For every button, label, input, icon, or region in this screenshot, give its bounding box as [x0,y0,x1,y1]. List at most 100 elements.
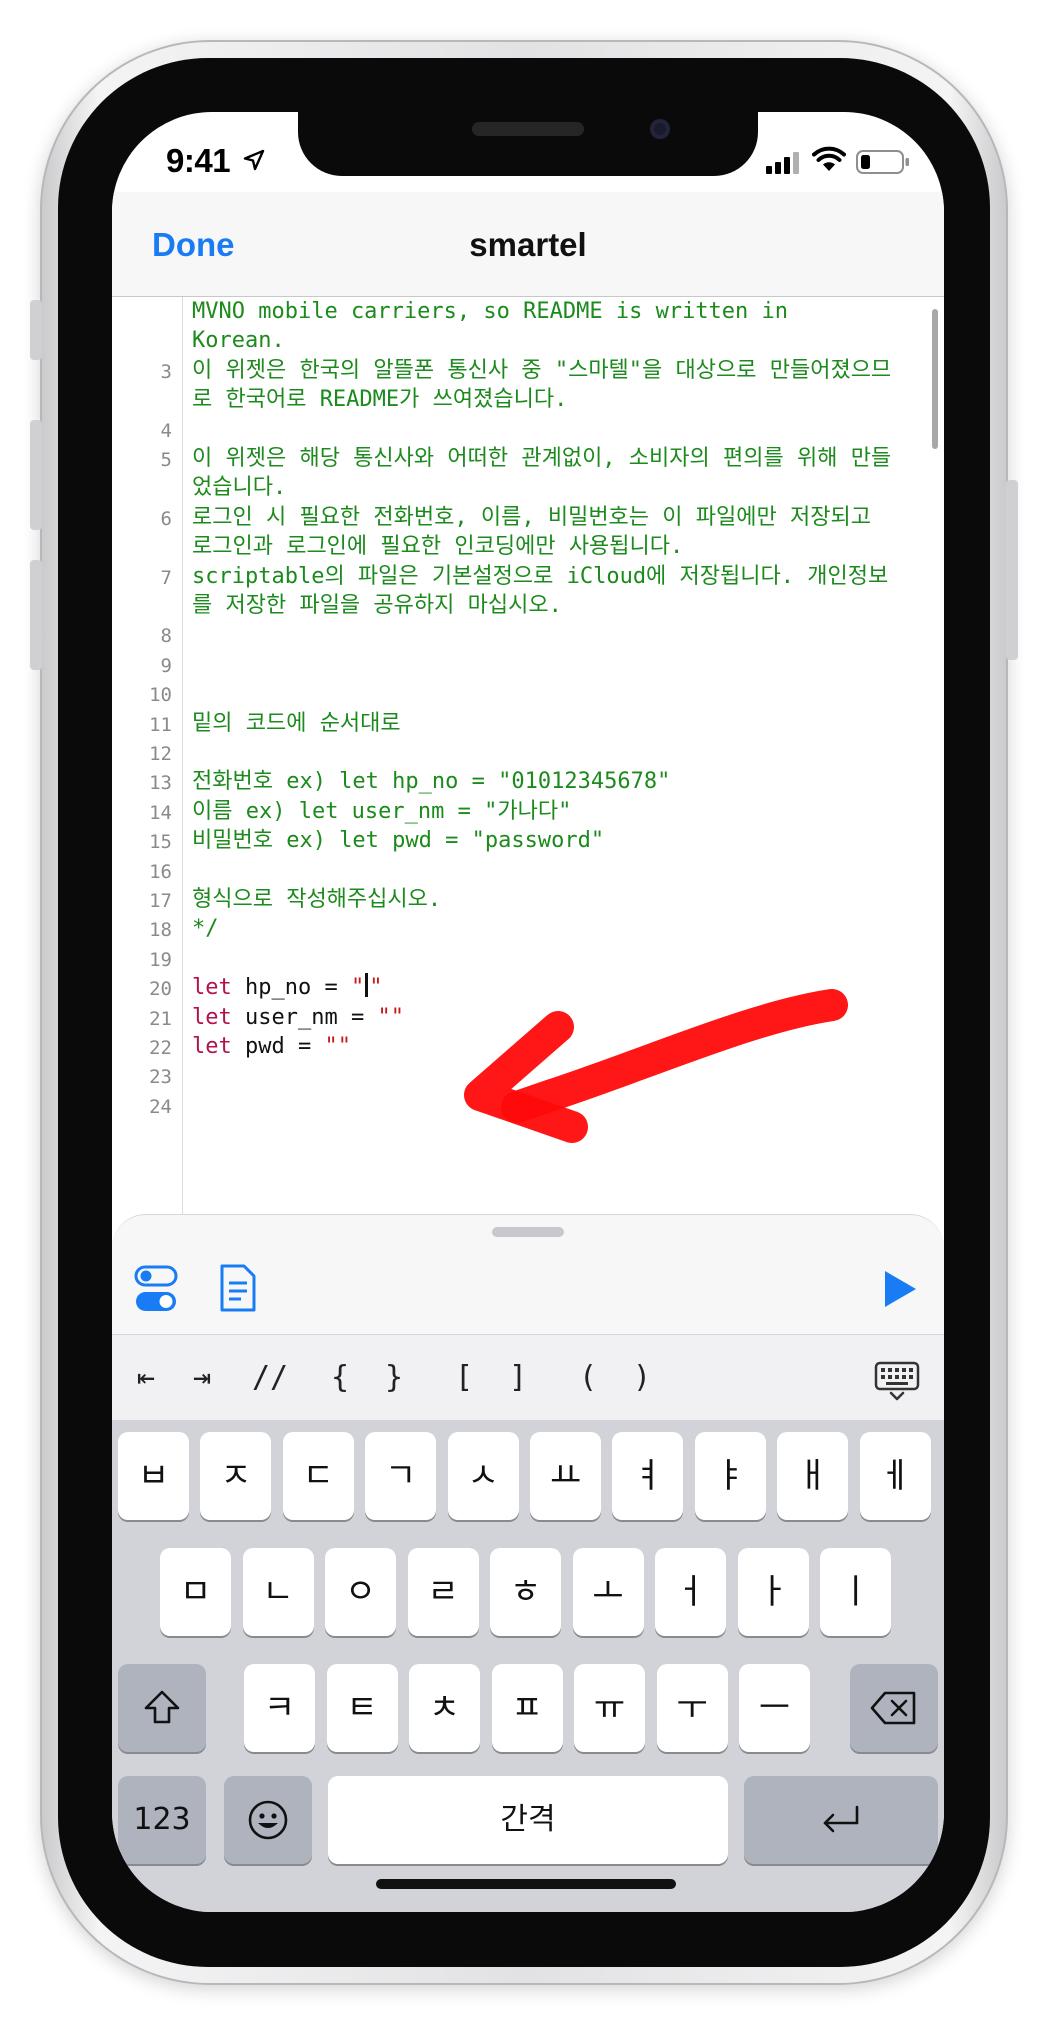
code-line[interactable]: 7 scriptable의 파일은 기본설정으로 iCloud에 저장됩니다. 개… [112,562,944,591]
code-line[interactable]: 를 저장한 파일을 공유하지 마십시오. [112,591,944,620]
space-key[interactable]: 간격 [328,1776,728,1864]
open-brace-key[interactable]: { [310,1335,370,1421]
key-row3-7[interactable]: ㅡ [739,1664,810,1752]
open-bracket-key[interactable]: [ [434,1335,494,1421]
return-key[interactable] [744,1776,938,1864]
string-open-quote: " [350,975,365,1001]
code-editor[interactable]: MVNO mobile carriers, so README is writt… [112,297,944,1217]
code-line[interactable]: 15 비밀번호 ex) let pwd = "password" [112,826,944,855]
power-button [1006,480,1018,660]
line-number: 10 [149,684,172,707]
code-line[interactable]: 14 이름 ex) let user_nm = "가나다" [112,797,944,826]
keyword-let: let [192,1004,232,1030]
key-row2-3[interactable]: ㅇ [325,1548,396,1636]
code-line[interactable]: 19 [112,944,944,973]
key-label: ㅗ [592,1572,624,1612]
document-icon[interactable] [218,1263,258,1313]
key-row1-10[interactable]: ㅔ [859,1432,931,1520]
key-label: ㅎ [509,1572,542,1612]
comment-text: 를 저장한 파일을 공유하지 마십시오. [192,593,562,618]
comment-key[interactable]: // [240,1335,300,1421]
key-row3-1[interactable]: ㅋ [244,1664,315,1752]
key-label: ㅓ [674,1572,707,1612]
toggles-icon[interactable] [134,1265,178,1313]
key-row2-6[interactable]: ㅗ [572,1548,644,1636]
code-line[interactable]: 10 [112,679,944,708]
comment-text: 전화번호 ex) let hp_no = "01012345678" [192,769,671,795]
delete-key[interactable] [850,1664,938,1752]
keyboard-hide-icon[interactable] [874,1361,920,1401]
code-line[interactable]: 8 [112,620,944,649]
code-line[interactable]: MVNO mobile carriers, so README is writt… [112,297,944,326]
key-row2-8[interactable]: ㅏ [737,1548,809,1636]
key-row3-2[interactable]: ㅌ [326,1664,398,1752]
close-brace-key[interactable]: } [364,1335,424,1421]
code-line[interactable]: 4 [112,415,944,444]
code-line[interactable]: 3 이 위젯은 한국의 알뜰폰 통신사 중 "스마텔"을 대상으로 만들어졌으므 [112,356,944,385]
key-row1-9[interactable]: ㅐ [777,1432,849,1520]
indent-key[interactable]: ⇥ [172,1335,232,1421]
line-number: 17 [149,890,172,912]
code-line[interactable]: 었습니다. [112,473,944,502]
code-line[interactable]: 12 [112,738,944,767]
key-row1-8[interactable]: ㅑ [694,1432,766,1520]
code-line[interactable]: 11 밑의 코드에 순서대로 [112,709,944,738]
key-row2-7[interactable]: ㅓ [655,1548,726,1636]
key-row1-6[interactable]: ㅛ [530,1432,601,1520]
key-row3-3[interactable]: ㅊ [409,1664,480,1752]
sheet-grabber[interactable] [492,1227,564,1237]
code-line[interactable]: 18 */ [112,914,944,943]
comment-text: 로 한국어로 README가 쓰여졌습니다. [192,387,568,413]
line-number: 8 [160,625,172,648]
emoji-key[interactable] [224,1776,312,1864]
key-row1-5[interactable]: ㅅ [447,1432,519,1520]
navigation-bar: smartel Done [112,192,944,297]
done-button[interactable]: Done [152,226,235,264]
line-number: 4 [160,419,172,442]
microphone-icon[interactable] [854,1910,900,1912]
key-row1-7[interactable]: ㅕ [612,1432,684,1520]
key-row2-9[interactable]: ㅣ [820,1548,891,1636]
key-row3-6[interactable]: ㅜ [656,1664,728,1752]
line-number: 23 [149,1066,172,1089]
key-row2-1[interactable]: ㅁ [160,1548,231,1636]
code-line[interactable]: 6 로그인 시 필요한 전화번호, 이름, 비밀번호는 이 파일에만 저장되고 [112,503,944,532]
open-paren-key[interactable]: ( [558,1335,618,1421]
unindent-key[interactable]: ⇤ [116,1335,176,1421]
code-line[interactable]: 9 [112,650,944,679]
home-indicator[interactable] [376,1879,676,1889]
cellular-signal-icon [766,152,799,174]
numbers-key[interactable]: 123 [118,1776,206,1864]
comment-text: 밑의 코드에 순서대로 [192,710,401,736]
key-row3-4[interactable]: ㅍ [491,1664,563,1752]
code-line[interactable]: Korean. [112,326,944,355]
key-row2-2[interactable]: ㄴ [242,1548,314,1636]
close-bracket-key[interactable]: ] [488,1335,548,1421]
close-paren-key[interactable]: ) [612,1335,672,1421]
shift-key[interactable] [118,1664,206,1752]
key-row2-4[interactable]: ㄹ [407,1548,479,1636]
key-row1-3[interactable]: ㄷ [282,1432,354,1520]
key-row2-5[interactable]: ㅎ [490,1548,561,1636]
code-line[interactable]: 16 [112,856,944,885]
battery-icon [856,150,909,174]
line-number: 5 [160,449,172,471]
key-row1-2[interactable]: ㅈ [200,1432,272,1520]
string-literal: "" [324,1034,351,1059]
code-line[interactable]: 5 이 위젯은 해당 통신사와 어떠한 관계없이, 소비자의 편의를 위해 만들 [112,444,944,473]
play-icon[interactable] [882,1269,918,1309]
key-label: ㅊ [428,1688,461,1728]
code-line[interactable]: 13 전화번호 ex) let hp_no = "01012345678" [112,767,944,796]
line-number: 6 [160,507,172,530]
key-row3-5[interactable]: ㅠ [574,1664,645,1752]
red-arrow-annotation [464,989,848,1143]
code-line[interactable]: 로그인과 로그인에 필요한 인코딩에만 사용됩니다. [112,532,944,561]
key-row1-4[interactable]: ㄱ [365,1432,437,1520]
key-row1-1[interactable]: ㅂ [118,1432,189,1520]
variable-assignment: pwd = [231,1034,325,1059]
code-line[interactable]: 로 한국어로 README가 쓰여졌습니다. [112,385,944,414]
line-number: 20 [149,978,172,1001]
comment-text: 이름 ex) let user_nm = "가나다" [192,798,572,824]
comment-text: scriptable의 파일은 기본설정으로 iCloud에 저장됩니다. 개인… [192,563,889,589]
code-line[interactable]: 17 형식으로 작성해주십시오. [112,885,944,914]
